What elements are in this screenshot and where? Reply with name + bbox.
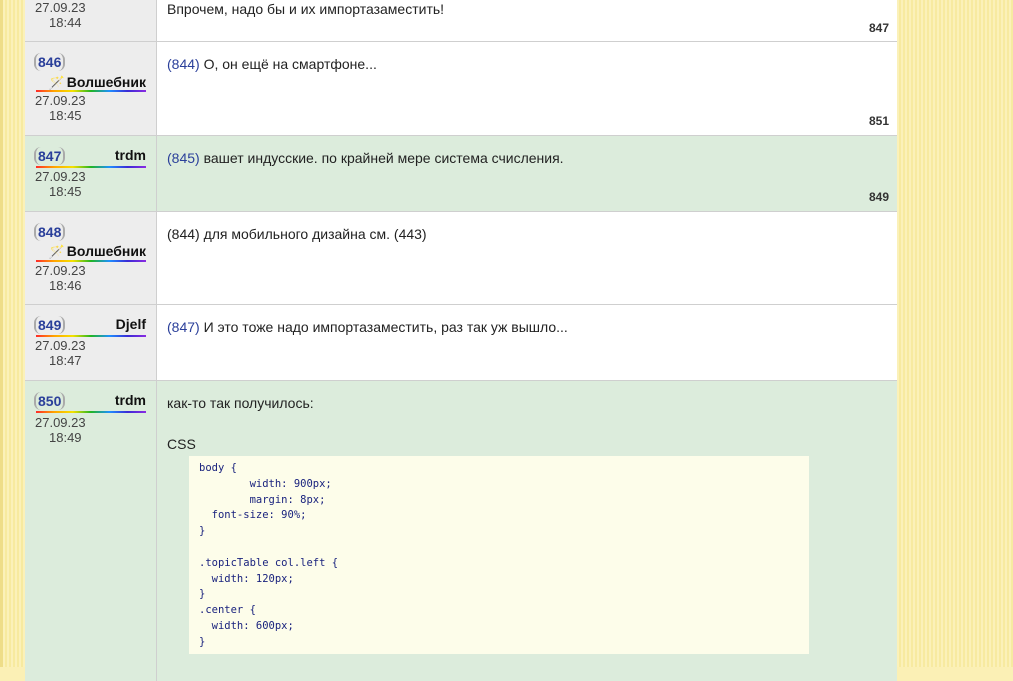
post-date: 27.09.23 bbox=[35, 263, 86, 278]
post-text: (844) О, он ещё на смартфоне... bbox=[167, 55, 377, 73]
reply-link[interactable]: (845) bbox=[167, 150, 200, 166]
post-time: 18:46 bbox=[49, 278, 82, 293]
reply-link-number: 847 bbox=[171, 319, 196, 335]
left-background-stripe bbox=[3, 0, 25, 667]
post-848: 848 🪄 Волшебник 27.09.23 18:46 (844) для … bbox=[25, 212, 897, 305]
post-meta: 847 trdm 27.09.23 18:45 bbox=[25, 136, 157, 211]
author-link[interactable]: trdm bbox=[115, 392, 146, 408]
post-body: (844) для мобильного дизайна см. (443) bbox=[157, 212, 897, 304]
post-body: (845) вашет индусские. по крайней мере с… bbox=[157, 136, 897, 211]
post-body: (847) И это тоже надо импортазаместить, … bbox=[157, 305, 897, 380]
code-language-label: CSS bbox=[167, 436, 196, 452]
rainbow-divider bbox=[36, 90, 146, 92]
post-meta: 27.09.23 18:44 bbox=[25, 0, 157, 41]
post-text: (847) И это тоже надо импортазаместить, … bbox=[167, 318, 568, 336]
post-text-body: И это тоже надо импортазаместить, раз та… bbox=[199, 319, 568, 335]
wand-icon: 🪄 bbox=[48, 75, 65, 90]
post-time: 18:45 bbox=[49, 108, 82, 123]
reply-link[interactable]: (847) bbox=[167, 319, 200, 335]
post-date: 27.09.23 bbox=[35, 0, 86, 15]
post-849: 849 Djelf 27.09.23 18:47 (847) И это тож… bbox=[25, 305, 897, 381]
rainbow-divider bbox=[36, 166, 146, 168]
post-number-link[interactable]: 847 bbox=[34, 147, 66, 165]
post-text: как-то так получилось: bbox=[167, 395, 314, 411]
topic-table: 27.09.23 18:44 Впрочем, надо бы и их имп… bbox=[25, 0, 897, 681]
post-846: 846 🪄 Волшебник 27.09.23 18:45 (844) О, о… bbox=[25, 42, 897, 136]
reply-link-number: 845 bbox=[171, 150, 196, 166]
post-date: 27.09.23 bbox=[35, 338, 86, 353]
post-text: (844) для мобильного дизайна см. (443) bbox=[167, 226, 427, 242]
post-number-link[interactable]: 849 bbox=[34, 316, 66, 334]
rainbow-divider bbox=[36, 335, 146, 337]
author-link[interactable]: Djelf bbox=[116, 316, 146, 332]
post-body: Впрочем, надо бы и их импортазаместить! … bbox=[157, 0, 897, 41]
author-name: Волшебник bbox=[66, 74, 146, 90]
post-body: (844) О, он ещё на смартфоне... 851 bbox=[157, 42, 897, 135]
post-meta: 848 🪄 Волшебник 27.09.23 18:46 bbox=[25, 212, 157, 304]
author-link[interactable]: 🪄 Волшебник bbox=[49, 243, 146, 260]
post-meta: 850 trdm 27.09.23 18:49 bbox=[25, 381, 157, 681]
author-link[interactable]: trdm bbox=[115, 147, 146, 163]
reply-ref-link[interactable]: 847 bbox=[869, 21, 889, 35]
rainbow-divider bbox=[36, 260, 146, 262]
post-date: 27.09.23 bbox=[35, 93, 86, 108]
post-text-body: О, он ещё на смартфоне... bbox=[199, 56, 377, 72]
post-date: 27.09.23 bbox=[35, 169, 86, 184]
wand-icon: 🪄 bbox=[48, 244, 65, 259]
post-meta: 846 🪄 Волшебник 27.09.23 18:45 bbox=[25, 42, 157, 135]
rainbow-divider bbox=[36, 411, 146, 413]
post-date: 27.09.23 bbox=[35, 415, 86, 430]
post-time: 18:47 bbox=[49, 353, 82, 368]
post-text: Впрочем, надо бы и их импортазаместить! bbox=[167, 1, 445, 17]
post-text-body: вашет индусские. по крайней мере система… bbox=[199, 150, 564, 166]
author-link[interactable]: 🪄 Волшебник bbox=[49, 74, 146, 91]
reply-link[interactable]: (844) bbox=[167, 56, 200, 72]
post-847: 847 trdm 27.09.23 18:45 (845) вашет инду… bbox=[25, 136, 897, 212]
post-time: 18:44 bbox=[49, 15, 82, 30]
reply-link-number: 844 bbox=[171, 56, 196, 72]
post-time: 18:49 bbox=[49, 430, 82, 445]
reply-ref-link[interactable]: 851 bbox=[869, 114, 889, 128]
post-number-link[interactable]: 846 bbox=[34, 53, 66, 71]
post-number-link[interactable]: 850 bbox=[34, 392, 66, 410]
post-845: 27.09.23 18:44 Впрочем, надо бы и их имп… bbox=[25, 0, 897, 42]
code-block: body { width: 900px; margin: 8px; font-s… bbox=[189, 456, 809, 654]
author-name: Волшебник bbox=[66, 243, 146, 259]
post-number-link[interactable]: 848 bbox=[34, 223, 66, 241]
post-meta: 849 Djelf 27.09.23 18:47 bbox=[25, 305, 157, 380]
reply-ref-link[interactable]: 849 bbox=[869, 190, 889, 204]
post-text: (845) вашет индусские. по крайней мере с… bbox=[167, 149, 564, 167]
post-time: 18:45 bbox=[49, 184, 82, 199]
right-background-stripe bbox=[897, 0, 1013, 667]
post-body: как-то так получилось: CSS body { width:… bbox=[157, 381, 897, 681]
post-850: 850 trdm 27.09.23 18:49 как-то так получ… bbox=[25, 381, 897, 681]
